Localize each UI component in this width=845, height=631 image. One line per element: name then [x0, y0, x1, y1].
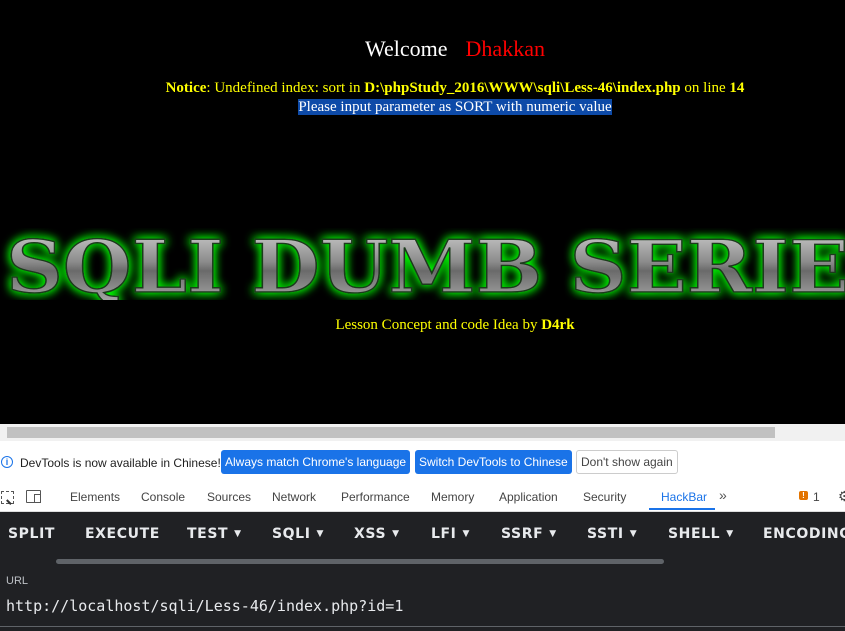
tab-sources[interactable]: Sources	[207, 490, 251, 504]
chevron-down-icon: ▼	[549, 529, 557, 539]
lfi-menu[interactable]: LFI ▼	[431, 526, 470, 542]
chevron-down-icon: ▼	[726, 529, 734, 539]
chevron-down-icon: ▼	[234, 529, 242, 539]
welcome-text: Welcome	[365, 36, 448, 61]
always-match-language-button[interactable]: Always match Chrome's language	[221, 450, 411, 474]
lesson-text: Lesson Concept and code Idea by	[335, 317, 542, 333]
infobar-message: DevTools is now available in Chinese!	[20, 456, 221, 470]
web-page: Welcome Dhakkan Notice: Undefined index: …	[0, 0, 845, 424]
welcome-line: Welcome Dhakkan	[0, 36, 845, 62]
page-horizontal-scrollbar[interactable]	[0, 424, 845, 441]
scrollbar-thumb[interactable]	[7, 427, 775, 438]
ssrf-label: SSRF	[501, 526, 544, 542]
hackbar-panel: SPLIT EXECUTE TEST ▼ SQLI ▼ XSS ▼ LFI ▼ SSRF…	[0, 512, 845, 631]
notice-online: on line	[680, 80, 730, 96]
hint-line: Please input parameter as SORT with nume…	[0, 99, 845, 116]
chevron-down-icon: ▼	[629, 529, 638, 539]
tab-hackbar[interactable]: HackBar	[661, 490, 707, 504]
inspect-element-icon[interactable]	[1, 491, 14, 504]
execute-button[interactable]: EXECUTE	[85, 526, 160, 542]
tab-application[interactable]: Application	[499, 490, 558, 504]
warning-icon[interactable]: !	[799, 491, 808, 500]
info-icon: i	[1, 456, 13, 468]
chevron-down-icon: ▼	[316, 529, 325, 539]
php-notice: Notice: Undefined index: sort in D:\phpS…	[0, 80, 845, 97]
chevron-down-icon: ▼	[392, 529, 400, 539]
lesson-author: D4rk	[541, 317, 575, 333]
shell-menu[interactable]: SHELL ▼	[668, 526, 734, 542]
banner-text: SQLI DUMB SERIES	[6, 228, 845, 300]
tab-security[interactable]: Security	[583, 490, 626, 504]
split-button[interactable]: SPLIT	[8, 526, 55, 542]
lesson-line: Lesson Concept and code Idea by D4rk	[0, 317, 845, 334]
encoding-label: ENCODING	[763, 526, 845, 542]
url-input[interactable]: http://localhost/sqli/Less-46/index.php?…	[6, 597, 403, 615]
execute-label: EXECUTE	[85, 526, 160, 542]
xss-menu[interactable]: XSS ▼	[354, 526, 400, 542]
tab-elements[interactable]: Elements	[70, 490, 120, 504]
notice-text: : Undefined index: sort in	[206, 80, 365, 96]
notice-line: 14	[729, 80, 745, 96]
settings-gear-icon[interactable]: ⚙	[838, 488, 845, 505]
ssti-menu[interactable]: SSTI ▼	[587, 526, 637, 542]
ssrf-menu[interactable]: SSRF ▼	[501, 526, 557, 542]
xss-label: XSS	[354, 526, 387, 542]
tab-network[interactable]: Network	[272, 490, 316, 504]
active-tab-indicator	[649, 508, 715, 510]
switch-devtools-chinese-button[interactable]: Switch DevTools to Chinese	[415, 450, 572, 474]
tab-console[interactable]: Console	[141, 490, 185, 504]
encoding-menu[interactable]: ENCODING	[763, 526, 845, 542]
url-label: URL	[6, 575, 29, 587]
split-label: SPLIT	[8, 526, 56, 542]
more-tabs-icon[interactable]: »	[719, 487, 727, 503]
notice-label: Notice	[165, 80, 207, 96]
warning-count[interactable]: 1	[813, 490, 820, 504]
sqli-label: SQLI	[272, 526, 311, 542]
hackbar-menu-scrollbar[interactable]	[56, 559, 664, 564]
devtools-infobar: i DevTools is now available in Chinese! …	[0, 441, 845, 483]
username: Dhakkan	[465, 36, 545, 61]
notice-path: D:\phpStudy_2016\WWW\sqli\Less-46\index.…	[364, 80, 681, 96]
hackbar-menu: SPLIT EXECUTE TEST ▼ SQLI ▼ XSS ▼ LFI ▼ SSRF…	[0, 512, 845, 557]
tab-performance[interactable]: Performance	[341, 490, 410, 504]
sqli-menu[interactable]: SQLI ▼	[272, 526, 324, 542]
hint-text: Please input parameter as SORT with nume…	[298, 99, 612, 115]
ssti-label: SSTI	[587, 526, 624, 542]
test-menu[interactable]: TEST ▼	[187, 526, 242, 542]
chevron-down-icon: ▼	[462, 529, 471, 539]
url-input-underline	[0, 626, 845, 627]
sqli-banner: SQLI DUMB SERIES	[5, 228, 845, 300]
tab-memory[interactable]: Memory	[431, 490, 474, 504]
lfi-label: LFI	[431, 526, 457, 542]
test-label: TEST	[187, 526, 229, 542]
dont-show-again-button[interactable]: Don't show again	[576, 450, 678, 474]
devtools-tabbar: Elements Console Sources Network Perform…	[0, 483, 845, 512]
shell-label: SHELL	[668, 526, 721, 542]
device-toolbar-icon[interactable]	[26, 490, 41, 503]
